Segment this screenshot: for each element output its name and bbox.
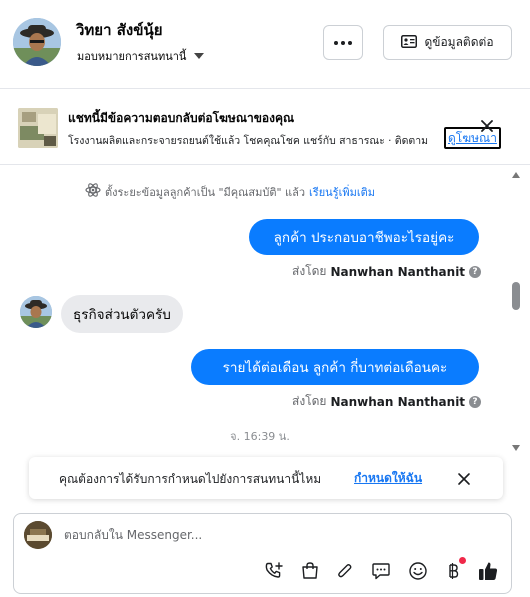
chat-bubble-icon[interactable]	[370, 560, 392, 582]
help-icon[interactable]: ?	[469, 395, 482, 408]
sent-by-prefix: ส่งโดย	[292, 264, 327, 278]
learn-more-link[interactable]: เรียนรู้เพิ่มเติม	[309, 183, 375, 201]
contact-name[interactable]: วิทยา สังข์นุ้ย	[76, 18, 163, 42]
system-notice: ตั้งระยะข้อมูลลูกค้าเป็น "มีคุณสมบัติ" แ…	[85, 182, 375, 201]
thread-scrollbar[interactable]	[509, 165, 523, 457]
message-composer	[13, 513, 512, 594]
conversation-header: วิทยา สังข์นุ้ย มอบหมายการสนทนานี้ ดูข้อ…	[0, 0, 530, 89]
page-avatar	[24, 521, 52, 549]
paperclip-icon[interactable]	[334, 560, 356, 582]
message-bubble-incoming[interactable]: ธุรกิจส่วนตัวครับ	[61, 295, 183, 333]
message-bubble-outgoing[interactable]: รายได้ต่อเดือน ลูกค้า กี่บาทต่อเดือนคะ	[191, 349, 479, 385]
scroll-up-arrow-icon[interactable]	[512, 172, 520, 178]
system-notice-text: ตั้งระยะข้อมูลลูกค้าเป็น "มีคุณสมบัติ" แ…	[105, 185, 306, 199]
message-timestamp: จ. 16:39 น.	[230, 430, 290, 443]
reply-input[interactable]	[64, 524, 494, 546]
assign-label: มอบหมายการสนทนานี้	[77, 50, 187, 63]
assign-to-me-link[interactable]: กำหนดให้ฉัน	[354, 469, 422, 488]
assign-conversation-dropdown[interactable]: มอบหมายการสนทนานี้	[77, 47, 205, 65]
contact-avatar[interactable]	[13, 18, 61, 66]
sent-by-label: ส่งโดย Nanwhan Nanthanit ?	[292, 262, 482, 281]
assign-prompt-banner: คุณต้องการได้รับการกำหนดไปยังการสนทนานี้…	[29, 457, 503, 499]
assign-prompt-question: คุณต้องการได้รับการกำหนดไปยังการสนทนานี้…	[59, 472, 322, 486]
shopping-bag-icon[interactable]	[299, 560, 321, 582]
more-dot	[348, 40, 352, 45]
sender-name: Nanwhan Nanthanit	[330, 394, 466, 409]
phone-add-icon[interactable]	[263, 560, 285, 582]
view-contact-label: ดูข้อมูลติดต่อ	[424, 35, 494, 49]
help-icon[interactable]: ?	[469, 265, 482, 278]
more-dot	[341, 40, 345, 45]
atom-icon	[85, 182, 101, 201]
sent-by-label: ส่งโดย Nanwhan Nanthanit ?	[292, 392, 482, 411]
sent-by-prefix: ส่งโดย	[292, 394, 327, 408]
ad-banner-title: แชทนี้มีข้อความตอบกลับต่อโฆษณาของคุณ	[68, 111, 295, 125]
scroll-down-arrow-icon[interactable]	[512, 445, 520, 451]
more-dot	[334, 40, 338, 45]
emoji-icon[interactable]	[407, 560, 429, 582]
contact-avatar-small[interactable]	[20, 296, 52, 328]
close-icon[interactable]	[479, 118, 495, 134]
ad-thumbnail	[18, 108, 58, 148]
close-icon[interactable]	[457, 471, 471, 485]
notification-dot	[459, 557, 466, 564]
message-bubble-outgoing[interactable]: ลูกค้า ประกอบอาชีพอะไรอยู่คะ	[249, 219, 479, 255]
ad-reply-banner: แชทนี้มีข้อความตอบกลับต่อโฆษณาของคุณ โรง…	[0, 89, 530, 165]
contact-card-icon	[401, 33, 418, 52]
scrollbar-thumb[interactable]	[512, 282, 520, 310]
caret-down-icon	[194, 53, 205, 59]
view-contact-button[interactable]: ดูข้อมูลติดต่อ	[383, 25, 512, 60]
sender-name: Nanwhan Nanthanit	[330, 264, 466, 279]
ad-description: โรงงานผลิตและกระจายรถยนต์ใช้แล้ว โชคคุณโ…	[68, 135, 429, 147]
more-options-button[interactable]	[323, 25, 363, 60]
thumbs-up-icon[interactable]	[477, 560, 499, 582]
